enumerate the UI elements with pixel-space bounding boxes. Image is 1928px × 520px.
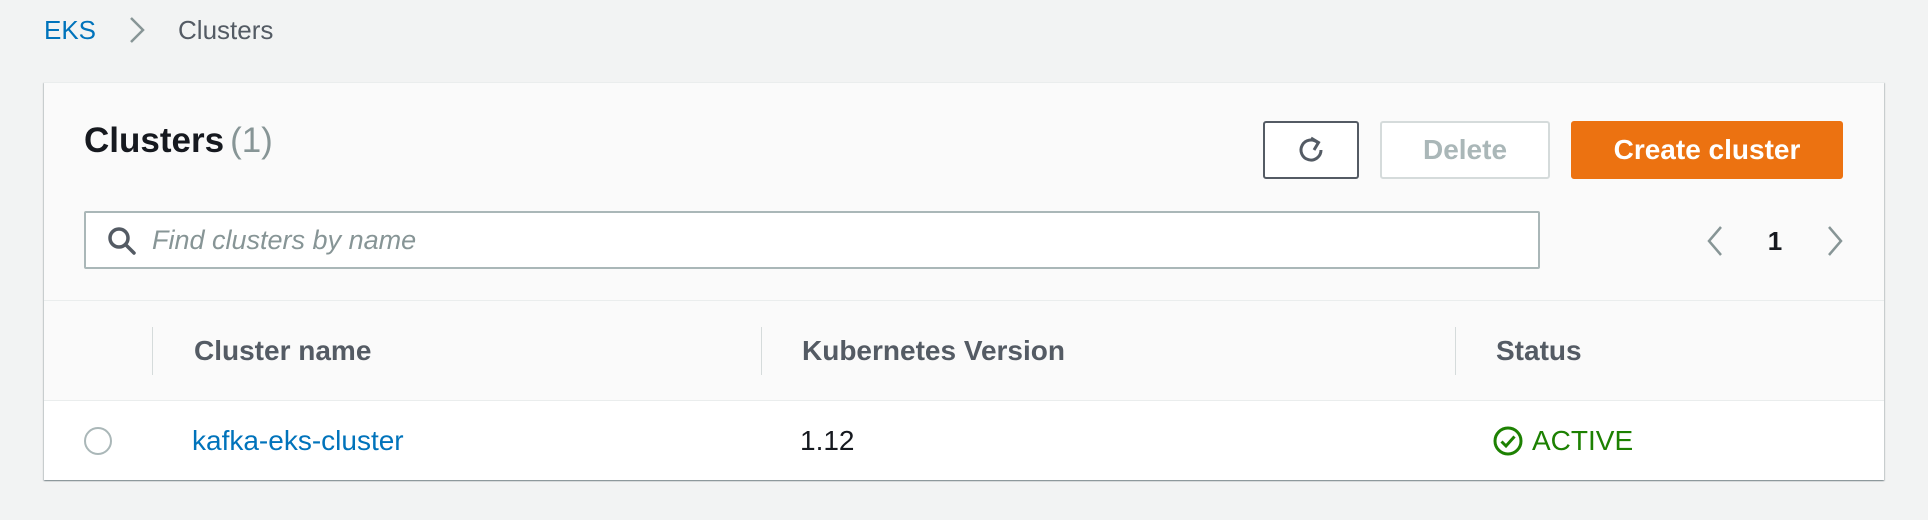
chevron-right-icon	[120, 12, 154, 48]
table-row: kafka-eks-cluster 1.12 ACTIVE	[44, 401, 1884, 481]
status-badge: ACTIVE	[1492, 401, 1633, 481]
refresh-button[interactable]	[1263, 121, 1359, 179]
breadcrumb-current: Clusters	[178, 14, 274, 45]
search-icon	[106, 225, 138, 257]
pagination: 1	[1700, 223, 1850, 259]
column-divider	[152, 327, 153, 375]
breadcrumb-eks-link[interactable]: EKS	[44, 15, 96, 46]
column-divider	[1455, 327, 1456, 375]
table-header: Cluster name Kubernetes Version Status	[44, 301, 1884, 401]
search-input[interactable]	[152, 213, 1522, 267]
cluster-name-link[interactable]: kafka-eks-cluster	[192, 401, 404, 481]
chevron-right-icon[interactable]	[1820, 223, 1850, 259]
page-title: Clusters (1)	[84, 121, 273, 161]
create-cluster-button[interactable]: Create cluster	[1571, 121, 1843, 179]
clusters-panel: Clusters(1) Delete Create cluster 1	[44, 82, 1884, 480]
breadcrumb: EKS Clusters	[44, 12, 273, 48]
kubernetes-version: 1.12	[800, 425, 855, 456]
column-header-status[interactable]: Status	[1496, 301, 1582, 401]
column-divider	[761, 327, 762, 375]
row-select-radio[interactable]	[84, 427, 112, 455]
cluster-count: (1)	[230, 121, 273, 160]
current-page-number[interactable]: 1	[1760, 223, 1790, 259]
check-circle-icon	[1493, 426, 1523, 456]
refresh-icon	[1299, 136, 1323, 162]
chevron-left-icon[interactable]	[1700, 223, 1730, 259]
column-header-cluster-name[interactable]: Cluster name	[194, 301, 371, 401]
column-header-kubernetes-version[interactable]: Kubernetes Version	[802, 301, 1065, 401]
title-text: Clusters	[84, 121, 225, 160]
panel-header: Clusters(1) Delete Create cluster 1	[44, 83, 1884, 301]
search-box	[84, 211, 1540, 269]
delete-button[interactable]: Delete	[1380, 121, 1550, 179]
status-text: ACTIVE	[1532, 425, 1634, 456]
